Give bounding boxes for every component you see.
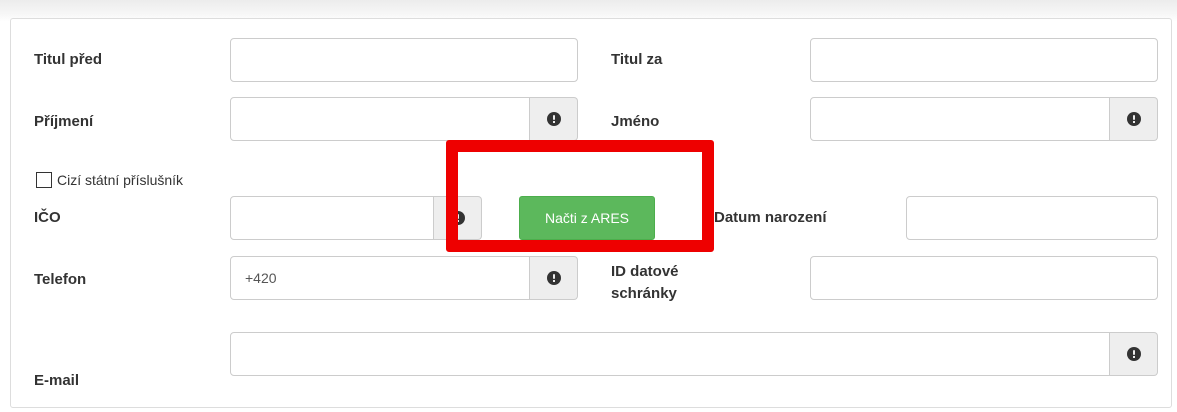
info-circle-icon: [1126, 112, 1141, 126]
titul-pred-input[interactable]: [230, 38, 578, 82]
info-circle-icon: [1126, 347, 1141, 361]
cizi-statni-prislusnik-checkbox[interactable]: [36, 172, 52, 188]
telefon-input-group: [230, 256, 578, 300]
jmeno-info-addon[interactable]: [1110, 97, 1158, 141]
jmeno-input[interactable]: [810, 97, 1110, 141]
email-label: E-mail: [34, 372, 80, 389]
prijmeni-label: Příjmení: [34, 113, 94, 130]
prijmeni-info-addon[interactable]: [530, 97, 578, 141]
prijmeni-input-group: [230, 97, 578, 141]
id-datove-schranky-label-line1: ID datové: [611, 263, 679, 280]
titul-za-label: Titul za: [611, 51, 663, 68]
id-datove-schranky-input[interactable]: [810, 256, 1158, 300]
jmeno-label: Jméno: [611, 113, 660, 130]
telefon-label: Telefon: [34, 271, 87, 288]
ico-input[interactable]: [230, 196, 434, 240]
email-input-group: [230, 332, 1158, 376]
ico-input-group: [230, 196, 482, 240]
titul-pred-label: Titul před: [34, 51, 103, 68]
info-circle-icon: [450, 211, 465, 225]
cizi-statni-prislusnik-checkbox-row[interactable]: Cizí státní příslušník: [36, 172, 183, 188]
titul-za-input[interactable]: [810, 38, 1158, 82]
email-info-addon[interactable]: [1110, 332, 1158, 376]
datum-narozeni-input[interactable]: [906, 196, 1158, 240]
ico-label: IČO: [34, 209, 61, 226]
datum-narozeni-label: Datum narození: [714, 209, 827, 226]
info-circle-icon: [546, 271, 561, 285]
telefon-info-addon[interactable]: [530, 256, 578, 300]
email-input[interactable]: [230, 332, 1110, 376]
nacti-z-ares-button[interactable]: Načti z ARES: [519, 196, 655, 240]
info-circle-icon: [546, 112, 561, 126]
jmeno-input-group: [810, 97, 1158, 141]
cizi-statni-prislusnik-label: Cizí státní příslušník: [57, 172, 184, 188]
ico-info-addon[interactable]: [434, 196, 482, 240]
id-datove-schranky-label-line2: schránky: [611, 285, 677, 302]
prijmeni-input[interactable]: [230, 97, 530, 141]
telefon-input[interactable]: [230, 256, 530, 300]
